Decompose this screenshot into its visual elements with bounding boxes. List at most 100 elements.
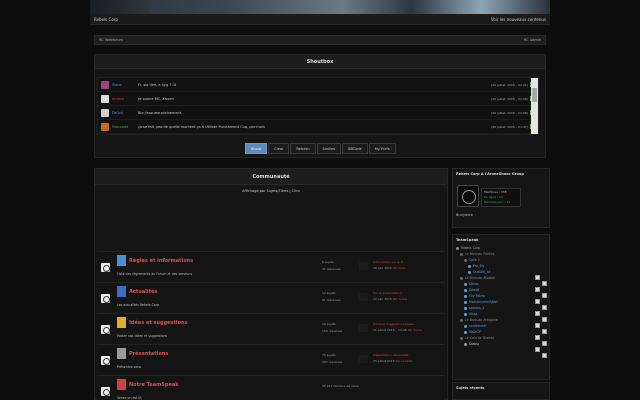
user-status-icon	[464, 324, 467, 328]
forum-icon	[117, 348, 126, 359]
site-name[interactable]: Rebels Corp	[94, 17, 118, 22]
flag-icon	[535, 323, 540, 328]
teamspeak-name: Diablo	[469, 342, 480, 346]
shout-row: Swissadd ça se fait, pas de quelle moment…	[98, 120, 538, 134]
shout-date: (26 juillet, 2015 – 01:47)	[491, 124, 528, 129]
mark-read-icon[interactable]	[101, 294, 110, 303]
user-status-icon	[464, 258, 467, 262]
shout-smilies-button[interactable]: Smilies	[316, 143, 342, 154]
last-post-avatar[interactable]	[359, 324, 368, 332]
shout-user[interactable]: DrOvil	[112, 111, 138, 115]
forum-replies: 21 réponses	[322, 267, 341, 271]
forum-stats: 79 sujets 397 réponses	[322, 352, 342, 366]
teamspeak-panel: TeamSpeak Rebels Corp Le Bivouac Publics S…	[452, 234, 550, 380]
forum-stats: 15 222 Nombre de vétre	[322, 383, 359, 390]
forum-description: Venez on est IR	[117, 396, 142, 400]
flag-icon	[542, 341, 547, 346]
recent-topics-title: Sujets récents	[456, 386, 485, 390]
avatar[interactable]	[457, 185, 479, 207]
user-status-icon	[468, 270, 471, 274]
shout-user[interactable]: Ambra	[112, 97, 138, 101]
mark-read-icon[interactable]	[101, 325, 110, 334]
last-post-author[interactable]: Par Kcas	[393, 266, 406, 270]
last-post-avatar[interactable]	[359, 293, 368, 301]
shout-avatar[interactable]	[101, 94, 109, 103]
shout-refresh-button[interactable]: Refresh	[290, 143, 316, 154]
forum-stats: 29 sujets 156 réponses	[322, 321, 342, 335]
forum-replies: 81 réponses	[322, 298, 341, 302]
shout-clear-button[interactable]: Clear	[268, 143, 290, 154]
shoutbox-panel: Shoutbox Sione Fr, sio dire, a hyg ? :D (2…	[94, 54, 546, 158]
shout-avatar[interactable]	[101, 108, 109, 117]
user-status-icon	[464, 300, 467, 304]
forum-topics: 6 sujets	[322, 260, 334, 264]
last-post-meta: 11 juillet 2015 – 14:46 Par Sione	[373, 327, 422, 333]
user-status-icon	[468, 264, 471, 268]
shout-row: DrOvil Bio j'assume pleinement. (26 juille…	[98, 106, 538, 120]
shout-date: (26 juillet, 2015 – 02:21)	[491, 82, 528, 87]
last-post: [Minkie] Suggestions/Idées 11 juillet 201…	[373, 321, 422, 333]
user-status-icon	[456, 246, 459, 250]
last-post-author[interactable]: Par LeaWat	[396, 359, 413, 363]
shout-date: (26 juillet, 2015 – 02:08)	[491, 110, 528, 115]
forum-title[interactable]: Idées et suggestions	[129, 320, 188, 326]
flag-icon	[535, 275, 540, 280]
shout-message: re ouane MC, Xissen	[138, 96, 174, 101]
community-subnav[interactable]: Affichage par Sujets/Titres | Clics	[95, 189, 447, 193]
profile-name[interactable]: Burlydore	[456, 213, 473, 217]
forum-topics: 12 sujets	[322, 291, 336, 295]
user-status-icon	[464, 294, 467, 298]
last-post-date: 11 juillet 2015 – 14:46	[373, 328, 407, 332]
breadcrumb-admin[interactable]: RC Admin	[524, 38, 541, 42]
teamspeak-title: TeamSpeak	[456, 238, 479, 242]
forum-title[interactable]: Notre TeamSpeak	[129, 382, 179, 388]
breadcrumb: RC Webforum RC Admin	[94, 35, 546, 45]
shout-user[interactable]: Sione	[112, 83, 138, 87]
last-post-date: 25 juillet 2015	[373, 359, 395, 363]
forum-description: Poster vos idées et suggestions	[117, 334, 168, 338]
shout-shout-button[interactable]: Shout	[245, 143, 268, 154]
mark-read-icon[interactable]	[101, 356, 110, 365]
user-status-icon	[464, 342, 467, 346]
forum-replies: 156 réponses	[322, 329, 343, 333]
flag-icon	[535, 287, 540, 292]
user-status-icon	[464, 306, 467, 310]
profile-title: Rebels Corp A l'AroneShaoc Group	[456, 172, 524, 176]
last-post-avatar[interactable]	[359, 262, 368, 270]
recent-topics-panel: Sujets récents	[452, 382, 550, 400]
forum-description: Présentez vous	[117, 365, 142, 369]
shoutbox-messages: Sione Fr, sio dire, a hyg ? :D (26 juillet…	[97, 77, 539, 135]
shout-user[interactable]: Swissadd	[112, 125, 138, 129]
last-post-author[interactable]: Par Ardus	[393, 297, 407, 301]
scrollbar-thumb[interactable]	[532, 88, 537, 102]
community-title: Communauté	[95, 169, 447, 185]
forum-topics: 15 222 Nombre de vétre	[322, 384, 359, 388]
flag-icon	[542, 329, 547, 334]
breadcrumb-home[interactable]: RC Webforum	[99, 38, 123, 42]
user-status-icon	[464, 330, 467, 334]
last-post-date: 22 juin 2015	[373, 297, 392, 301]
shout-bbcode-button[interactable]: BBCode	[342, 143, 368, 154]
last-post-meta: 18 juin 2015 Par Kcas	[373, 265, 406, 271]
shout-avatar[interactable]	[101, 80, 109, 89]
forum-row: Notre TeamSpeak Venez on est IR 15 222 Nom…	[97, 375, 445, 400]
profile-panel: Rebels Corp A l'AroneShaoc Group Membres…	[452, 168, 550, 228]
mark-read-icon[interactable]	[101, 387, 110, 396]
forum-title[interactable]: Présentations	[129, 351, 168, 357]
forum-title[interactable]: Actualités	[129, 289, 157, 295]
profile-stat: Derniers jour : 12	[484, 200, 511, 204]
last-post-avatar[interactable]	[359, 355, 368, 363]
shout-date: (26 juillet, 2015 – 02:09)	[491, 96, 528, 101]
forum-title[interactable]: Règles et informations	[129, 258, 193, 264]
last-post-meta: 25 juillet 2015 Par LeaWat	[373, 358, 412, 364]
shout-avatar[interactable]	[101, 122, 109, 131]
shoutbox-scrollbar[interactable]	[531, 78, 538, 134]
new-content-link[interactable]: Voir les nouveaux contenus	[491, 17, 546, 22]
mark-read-icon[interactable]	[101, 263, 110, 272]
last-post-author[interactable]: Par Sione	[408, 328, 422, 332]
flag-icon	[542, 305, 547, 310]
forum-icon	[117, 286, 126, 297]
shout-my-prefs-button[interactable]: My Prefs	[368, 143, 396, 154]
shoutbox-title: Shoutbox	[95, 55, 545, 69]
forum-icon	[117, 379, 126, 390]
